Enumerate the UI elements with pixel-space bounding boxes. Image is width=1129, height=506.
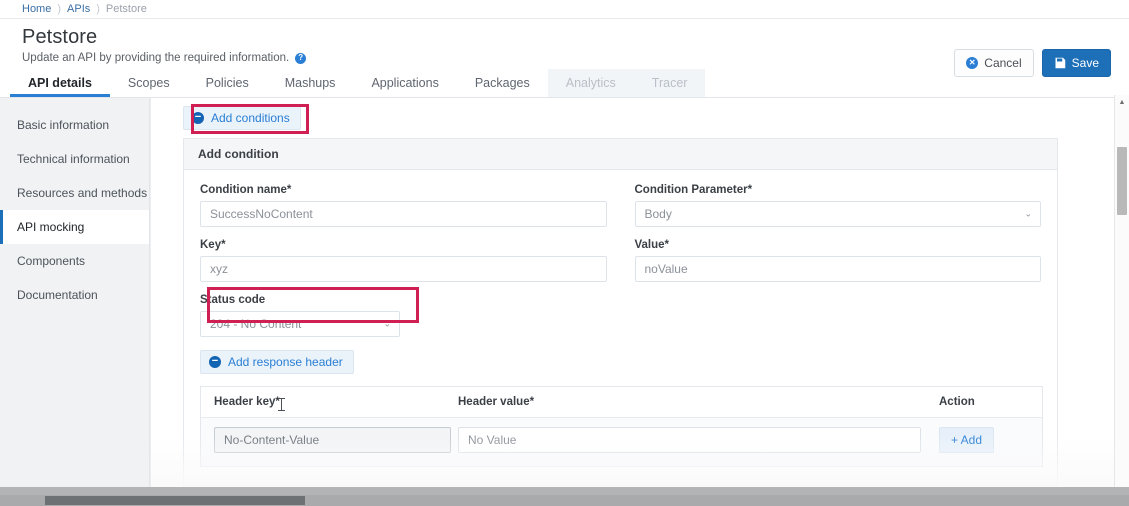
key-group: Key* xyz	[200, 239, 607, 294]
sidebar-item-components[interactable]: Components	[0, 244, 149, 278]
breadcrumb-item-current: Petstore	[105, 3, 147, 15]
column-header-action: Action	[939, 396, 975, 408]
status-code-label: Status code	[200, 294, 266, 306]
sidebar-item-documentation[interactable]: Documentation	[0, 278, 149, 312]
help-glyph: ?	[298, 53, 304, 62]
scroll-up-arrow-icon[interactable]: ▲	[1115, 95, 1129, 109]
minus-glyph: −	[194, 110, 202, 123]
add-conditions-label: Add conditions	[211, 111, 290, 125]
status-code-group: Status code 204 - No Content ⌄	[200, 294, 1041, 337]
add-condition-panel-title: Add condition	[184, 139, 1057, 170]
minus-circle-icon: −	[192, 110, 204, 124]
save-button-label: Save	[1071, 56, 1099, 70]
action-cell: + Add	[926, 427, 1042, 453]
horizontal-scrollbar[interactable]	[0, 495, 1129, 506]
tab-analytics: Analytics	[547, 69, 634, 97]
table-row: No-Content-Value No Value + Add	[201, 418, 1042, 466]
save-button[interactable]: Save	[1041, 49, 1111, 77]
status-code-select-wrap: 204 - No Content ⌄	[200, 311, 400, 337]
cancel-button[interactable]: ✕ Cancel	[954, 49, 1034, 77]
header-value-cell: No Value	[456, 427, 926, 453]
condition-row-1: Condition name* SuccessNoContent Conditi…	[200, 184, 1041, 239]
value-group: Value* noValue	[634, 239, 1041, 294]
response-header-table-head: Header key* Header value* Action	[201, 387, 1042, 418]
help-circle-icon[interactable]: ?	[295, 52, 307, 64]
condition-name-input[interactable]: SuccessNoContent	[200, 201, 607, 227]
sidebar: Basic information Technical information …	[0, 98, 150, 505]
page-header: Petstore Update an API by providing the …	[0, 19, 1129, 77]
horizontal-scrollbar-thumb[interactable]	[45, 496, 305, 505]
add-condition-panel: Add condition Condition name* SuccessNoC…	[183, 138, 1058, 486]
tab-applications[interactable]: Applications	[353, 69, 456, 97]
cancel-circle-icon: ✕	[966, 57, 979, 69]
breadcrumb: Home ) APIs ) Petstore	[0, 0, 1129, 19]
tab-tracer: Tracer	[633, 69, 706, 97]
condition-name-group: Condition name* SuccessNoContent	[200, 184, 607, 239]
vertical-scrollbar-thumb[interactable]	[1117, 147, 1127, 215]
floppy-disk-icon	[1054, 57, 1066, 69]
value-input[interactable]: noValue	[634, 256, 1041, 282]
key-label: Key*	[200, 239, 226, 251]
add-condition-panel-body: Condition name* SuccessNoContent Conditi…	[184, 170, 1057, 485]
vertical-scrollbar[interactable]: ▲ ▼	[1114, 95, 1129, 498]
header-value-input[interactable]: No Value	[458, 427, 921, 453]
sidebar-item-api-mocking[interactable]: API mocking	[0, 210, 149, 244]
api-publisher-window: Home ) APIs ) Petstore Petstore Update a…	[0, 0, 1129, 506]
body-region: Basic information Technical information …	[0, 98, 1129, 505]
tab-scopes[interactable]: Scopes	[110, 69, 188, 97]
condition-parameter-select[interactable]: Body	[634, 201, 1041, 227]
header-key-input[interactable]: No-Content-Value	[214, 427, 451, 453]
header-key-cell: No-Content-Value	[201, 427, 456, 453]
tab-api-details[interactable]: API details	[10, 69, 110, 97]
content-pane: − Add conditions Add condition Condition…	[150, 98, 1129, 505]
cancel-button-label: Cancel	[984, 56, 1022, 70]
sidebar-item-resources-and-methods[interactable]: Resources and methods	[0, 176, 149, 210]
tab-packages[interactable]: Packages	[457, 69, 548, 97]
condition-parameter-label: Condition Parameter*	[634, 184, 753, 196]
column-header-header-value: Header value*	[458, 396, 535, 408]
cancel-glyph: ✕	[968, 58, 976, 67]
page-subtitle-row: Update an API by providing the required …	[22, 52, 1107, 64]
condition-parameter-select-wrap: Body ⌄	[634, 201, 1041, 227]
add-response-header-button[interactable]: − Add response header	[200, 350, 354, 374]
page-title: Petstore	[22, 26, 98, 48]
add-header-row-button[interactable]: + Add	[939, 427, 995, 453]
sidebar-item-technical-information[interactable]: Technical information	[0, 142, 149, 176]
mocking-form: − Add conditions Add condition Condition…	[151, 98, 1129, 505]
condition-name-label: Condition name*	[200, 184, 292, 196]
key-input[interactable]: xyz	[200, 256, 607, 282]
header-actions: ✕ Cancel Save	[954, 49, 1111, 77]
condition-parameter-group: Condition Parameter* Body ⌄	[634, 184, 1041, 239]
status-code-select[interactable]: 204 - No Content	[200, 311, 400, 337]
response-header-table: Header key* Header value* Action No-Cont…	[200, 386, 1043, 467]
add-conditions-button[interactable]: − Add conditions	[183, 106, 301, 130]
window-bottom-strip	[0, 487, 1129, 495]
value-label: Value*	[634, 239, 670, 251]
minus-glyph: −	[211, 354, 219, 367]
tab-mashups[interactable]: Mashups	[267, 69, 354, 97]
minus-circle-icon: −	[209, 354, 221, 368]
page-subtitle: Update an API by providing the required …	[22, 52, 290, 64]
sidebar-item-basic-information[interactable]: Basic information	[0, 108, 149, 142]
condition-row-2: Key* xyz Value* noValue	[200, 239, 1041, 294]
breadcrumb-separator: )	[96, 3, 100, 15]
breadcrumb-separator: )	[57, 3, 62, 15]
tab-policies[interactable]: Policies	[188, 69, 267, 97]
add-response-header-label: Add response header	[228, 355, 343, 369]
column-header-header-key: Header key*	[214, 396, 280, 408]
breadcrumb-item-home[interactable]: Home	[22, 3, 51, 15]
breadcrumb-item-apis[interactable]: APIs	[67, 3, 90, 15]
